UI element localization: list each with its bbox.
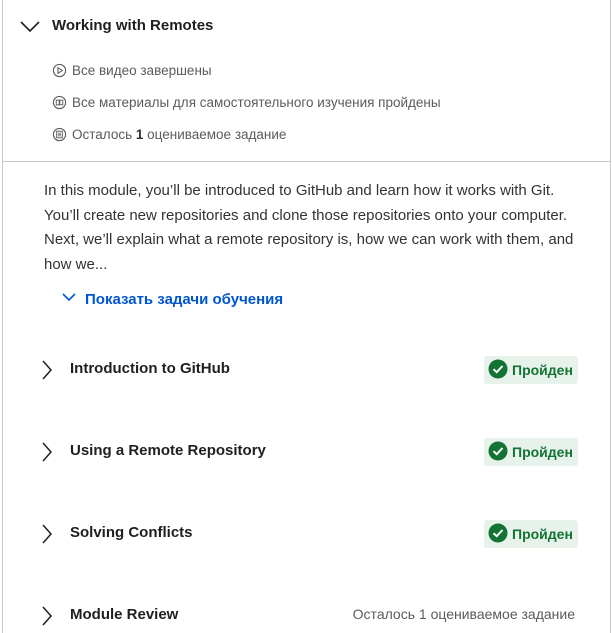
chevron-right-icon <box>39 441 53 468</box>
chevron-down-icon <box>61 289 77 309</box>
chevron-down-icon[interactable] <box>18 15 42 39</box>
lesson-title: Solving Conflicts <box>70 524 193 541</box>
graded-status: Осталось 1 оцениваемое задание <box>52 127 286 142</box>
lesson-row[interactable]: Solving Conflicts Пройден <box>3 515 610 555</box>
lesson-row[interactable]: Module Review Осталось 1 оцениваемое зад… <box>3 597 610 633</box>
readings-status-text: Все материалы для самостоятельного изуче… <box>72 95 441 110</box>
lesson-title: Introduction to GitHub <box>70 360 230 377</box>
assignment-icon <box>52 127 67 142</box>
videos-status-text: Все видео завершены <box>72 63 212 78</box>
check-circle-icon <box>488 523 508 546</box>
module-title: Working with Remotes <box>52 17 214 34</box>
module-header[interactable]: Working with Remotes Все видео завершены… <box>3 0 610 162</box>
graded-status-text: Осталось 1 оцениваемое задание <box>72 127 287 142</box>
play-circle-icon <box>52 63 67 78</box>
status-badge-label: Пройден <box>512 362 573 378</box>
check-circle-icon <box>488 441 508 464</box>
module-description: In this module, you’ll be introduced to … <box>44 182 574 273</box>
status-badge: Пройден <box>484 438 578 466</box>
book-icon <box>52 95 67 110</box>
check-circle-icon <box>488 359 508 382</box>
status-badge: Пройден <box>484 356 578 384</box>
status-badge-label: Пройден <box>512 526 573 542</box>
lesson-row[interactable]: Introduction to GitHub Пройден <box>3 351 610 391</box>
status-badge-label: Пройден <box>512 444 573 460</box>
chevron-right-icon <box>39 359 53 386</box>
status-badge: Пройден <box>484 520 578 548</box>
readings-status: Все материалы для самостоятельного изуче… <box>52 95 441 110</box>
chevron-right-icon <box>39 605 53 632</box>
lesson-row[interactable]: Using a Remote Repository Пройден <box>3 433 610 473</box>
remaining-assignments: Осталось 1 оцениваемое задание <box>352 606 575 622</box>
lesson-title: Module Review <box>70 606 179 623</box>
module-panel: Working with Remotes Все видео завершены… <box>2 0 611 633</box>
show-learning-objectives-label: Показать задачи обучения <box>85 290 284 308</box>
videos-status: Все видео завершены <box>52 63 212 78</box>
chevron-right-icon <box>39 523 53 550</box>
show-learning-objectives-button[interactable]: Показать задачи обучения <box>61 289 283 309</box>
lesson-title: Using a Remote Repository <box>70 442 266 459</box>
